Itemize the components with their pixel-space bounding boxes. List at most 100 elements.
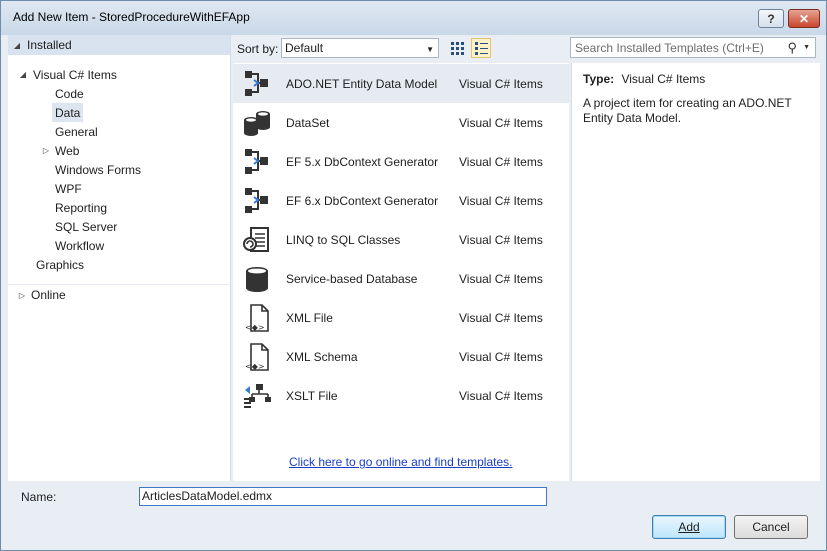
window-title: Add New Item - StoredProcedureWithEFApp bbox=[13, 10, 250, 24]
tree-item-label: Graphics bbox=[36, 257, 85, 272]
help-button[interactable]: ? bbox=[758, 9, 784, 28]
add-new-item-dialog: Add New Item - StoredProcedureWithEFApp … bbox=[0, 0, 827, 551]
tree-item-data[interactable]: Data bbox=[52, 103, 84, 122]
add-button-label: Add bbox=[678, 520, 700, 534]
search-templates-input[interactable]: Search Installed Templates (Ctrl+E) ⚲ ▼ bbox=[570, 37, 816, 58]
tree-item-label: Code bbox=[55, 86, 84, 101]
expand-triangle-icon[interactable]: ▷ bbox=[41, 146, 51, 155]
template-item-ef6-dbcontext-generator[interactable]: EF 6.x DbContext Generator Visual C# Ite… bbox=[233, 181, 569, 220]
template-item-service-based-database[interactable]: Service-based Database Visual C# Items bbox=[233, 259, 569, 298]
entity-model-icon bbox=[245, 149, 268, 174]
tree-item-windows-forms[interactable]: Windows Forms bbox=[55, 160, 141, 179]
tree-item-graphics[interactable]: Graphics bbox=[36, 255, 84, 274]
type-label: Type: bbox=[583, 72, 615, 86]
search-icon[interactable]: ⚲ bbox=[787, 40, 797, 56]
add-button[interactable]: Add bbox=[652, 515, 726, 539]
installed-label: Installed bbox=[27, 38, 72, 52]
template-category: Visual C# Items bbox=[459, 311, 543, 325]
template-item-xml-file[interactable]: <◆> XML File Visual C# Items bbox=[233, 298, 569, 337]
tree-item-label: Data bbox=[55, 105, 81, 120]
database-icon bbox=[246, 267, 268, 292]
small-icons-view-button[interactable] bbox=[447, 38, 467, 58]
sort-by-dropdown[interactable]: Default ▼ bbox=[281, 38, 439, 58]
name-label: Name: bbox=[21, 490, 57, 504]
template-name: EF 6.x DbContext Generator bbox=[286, 194, 439, 208]
tree-item-visual-csharp-items[interactable]: ◢ Visual C# Items bbox=[18, 65, 117, 84]
svg-text:<◆>: <◆> bbox=[245, 323, 265, 332]
tree-item-web[interactable]: ▷ Web bbox=[41, 141, 80, 160]
template-item-linq-to-sql-classes[interactable]: LINQ to SQL Classes Visual C# Items bbox=[233, 220, 569, 259]
tree-item-reporting[interactable]: Reporting bbox=[55, 198, 107, 217]
tree-item-label: WPF bbox=[55, 181, 82, 196]
type-value: Visual C# Items bbox=[621, 72, 706, 86]
name-field[interactable]: ArticlesDataModel.edmx bbox=[139, 487, 547, 506]
tree-item-workflow[interactable]: Workflow bbox=[55, 236, 104, 255]
template-toolbar: Sort by: Default ▼ Search Installed Temp… bbox=[230, 35, 826, 63]
collapse-triangle-icon[interactable]: ◢ bbox=[18, 70, 28, 79]
tree-item-general[interactable]: General bbox=[55, 122, 98, 141]
template-item-ado-net-entity-data-model[interactable]: ADO.NET Entity Data Model Visual C# Item… bbox=[233, 64, 569, 103]
collapse-triangle-icon[interactable]: ◢ bbox=[12, 41, 22, 50]
xml-file-icon: <◆> bbox=[245, 343, 269, 371]
tree-item-label: Workflow bbox=[55, 238, 105, 253]
entity-model-icon bbox=[245, 71, 268, 96]
template-item-xml-schema[interactable]: <◆> XML Schema Visual C# Items bbox=[233, 337, 569, 376]
title-bar: Add New Item - StoredProcedureWithEFApp … bbox=[1, 1, 826, 35]
tree-item-label: Visual C# Items bbox=[33, 67, 117, 82]
grid-view-icon bbox=[451, 42, 464, 55]
template-name: ADO.NET Entity Data Model bbox=[286, 77, 438, 91]
template-item-xslt-file[interactable]: XSLT File Visual C# Items bbox=[233, 376, 569, 415]
online-header[interactable]: ▷ Online bbox=[8, 284, 230, 305]
expand-triangle-icon[interactable]: ▷ bbox=[17, 291, 27, 300]
template-item-dataset[interactable]: DataSet Visual C# Items bbox=[233, 103, 569, 142]
tree-item-code[interactable]: Code bbox=[55, 84, 84, 103]
online-label: Online bbox=[31, 288, 66, 302]
template-item-ef5-dbcontext-generator[interactable]: EF 5.x DbContext Generator Visual C# Ite… bbox=[233, 142, 569, 181]
template-name: DataSet bbox=[286, 116, 330, 130]
database-icon bbox=[244, 111, 270, 136]
tree-item-label: Windows Forms bbox=[55, 162, 142, 177]
template-category: Visual C# Items bbox=[459, 272, 543, 286]
template-list: ADO.NET Entity Data Model Visual C# Item… bbox=[233, 63, 569, 481]
svg-text:<◆>: <◆> bbox=[245, 362, 265, 371]
template-description: A project item for creating an ADO.NET E… bbox=[583, 96, 792, 125]
tree-item-label: SQL Server bbox=[55, 219, 118, 234]
template-name: XML Schema bbox=[286, 350, 358, 364]
search-placeholder: Search Installed Templates (Ctrl+E) bbox=[575, 40, 764, 55]
entity-model-icon bbox=[245, 188, 268, 213]
tree-item-label: Reporting bbox=[55, 200, 108, 215]
type-row: Type: Visual C# Items bbox=[583, 72, 705, 86]
linq-icon bbox=[243, 227, 269, 252]
template-category: Visual C# Items bbox=[459, 233, 543, 247]
cancel-button-label: Cancel bbox=[752, 520, 790, 534]
template-name: Service-based Database bbox=[286, 272, 418, 286]
category-tree: ◢ Installed ◢ Visual C# Items Code Data … bbox=[8, 35, 231, 481]
template-category: Visual C# Items bbox=[459, 77, 543, 91]
template-name: LINQ to SQL Classes bbox=[286, 233, 401, 247]
sort-by-value: Default bbox=[285, 41, 324, 55]
xml-file-icon: <◆> bbox=[245, 304, 269, 332]
find-templates-online-link[interactable]: Click here to go online and find templat… bbox=[289, 455, 512, 469]
list-view-button[interactable] bbox=[471, 38, 491, 58]
sort-by-label: Sort by: bbox=[237, 42, 279, 56]
tree-item-label: General bbox=[55, 124, 98, 139]
tree-item-sql-server[interactable]: SQL Server bbox=[55, 217, 117, 236]
template-category: Visual C# Items bbox=[459, 389, 543, 403]
template-name: EF 5.x DbContext Generator bbox=[286, 155, 439, 169]
dropdown-arrow-icon: ▼ bbox=[426, 45, 434, 54]
template-name: XML File bbox=[286, 311, 333, 325]
installed-header[interactable]: ◢ Installed bbox=[8, 35, 230, 55]
cancel-button[interactable]: Cancel bbox=[734, 515, 808, 539]
template-name: XSLT File bbox=[286, 389, 338, 403]
tree-item-label: Web bbox=[55, 143, 80, 158]
close-button[interactable]: ✕ bbox=[788, 9, 820, 28]
list-view-icon bbox=[475, 42, 488, 55]
template-category: Visual C# Items bbox=[459, 155, 543, 169]
template-details: Type: Visual C# Items A project item for… bbox=[571, 63, 820, 481]
template-category: Visual C# Items bbox=[459, 350, 543, 364]
template-category: Visual C# Items bbox=[459, 194, 543, 208]
tree-item-wpf[interactable]: WPF bbox=[55, 179, 82, 198]
template-category: Visual C# Items bbox=[459, 116, 543, 130]
xslt-file-icon bbox=[244, 384, 271, 408]
chevron-down-icon[interactable]: ▼ bbox=[803, 44, 810, 51]
